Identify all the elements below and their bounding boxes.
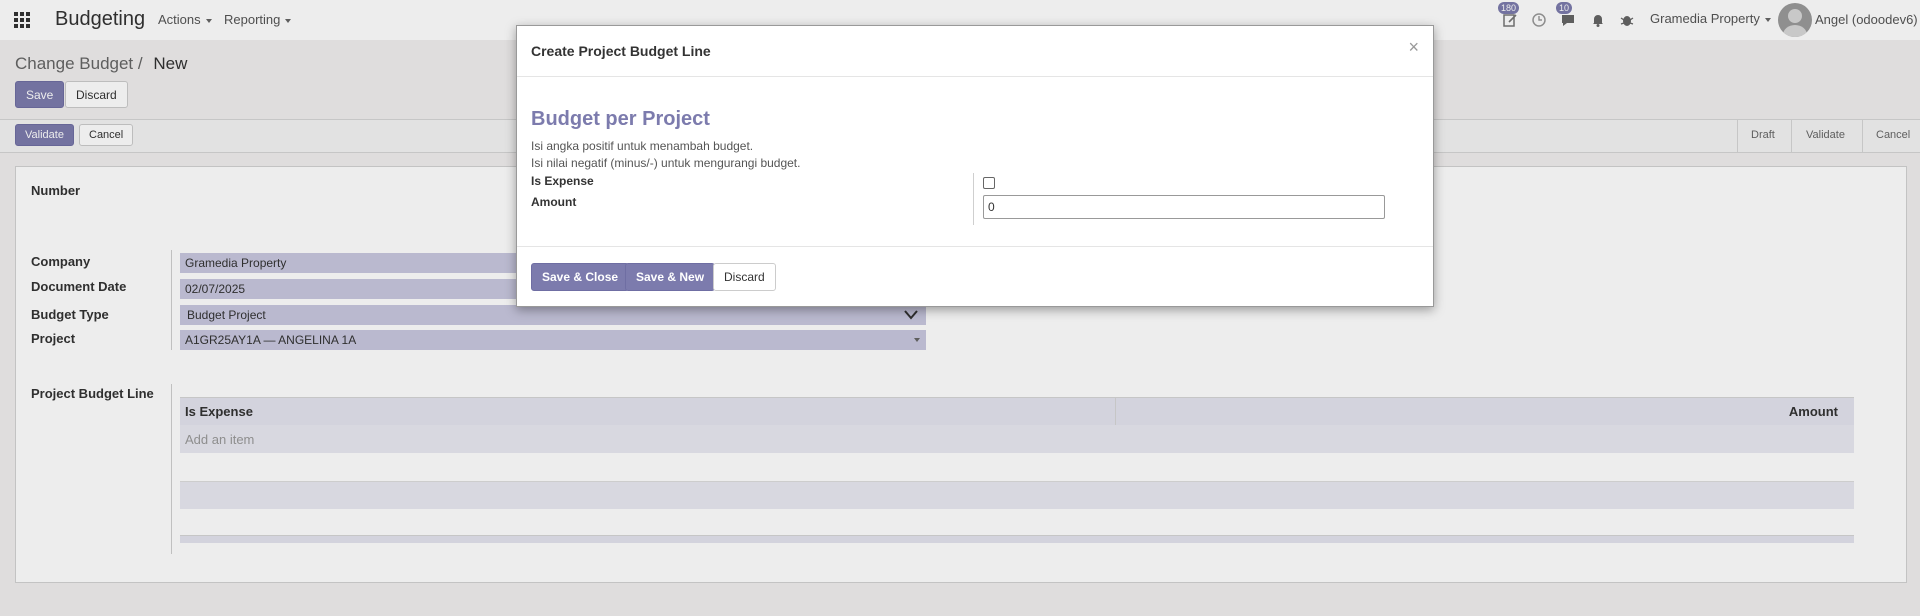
amount-input[interactable]: 0 <box>983 195 1385 219</box>
is-expense-checkbox[interactable] <box>983 177 995 189</box>
create-budget-line-dialog: Create Project Budget Line × Budget per … <box>516 25 1434 307</box>
field-divider <box>973 173 974 225</box>
close-icon[interactable]: × <box>1408 37 1419 58</box>
page-background: Budgeting Actions Reporting 180 10 Grame… <box>0 0 1920 616</box>
save-close-button[interactable]: Save & Close <box>531 263 630 291</box>
dialog-header-divider <box>517 76 1433 77</box>
help-text-positive: Isi angka positif untuk menambah budget. <box>531 139 754 153</box>
dialog-footer-divider <box>517 246 1433 247</box>
save-new-button[interactable]: Save & New <box>625 263 716 291</box>
is-expense-label: Is Expense <box>531 174 594 188</box>
help-text-negative: Isi nilai negatif (minus/-) untuk mengur… <box>531 156 801 170</box>
dialog-title: Create Project Budget Line <box>531 43 711 59</box>
discard-dialog-button[interactable]: Discard <box>713 263 776 291</box>
amount-label: Amount <box>531 195 577 209</box>
dialog-heading: Budget per Project <box>531 108 710 130</box>
